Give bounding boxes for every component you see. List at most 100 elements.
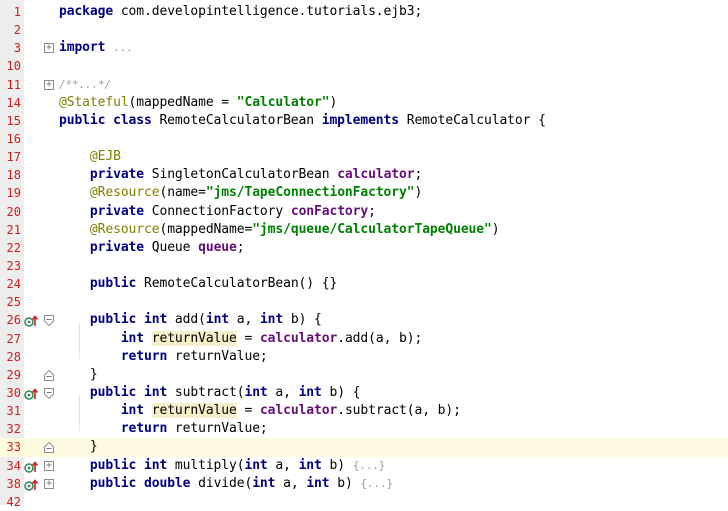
code-token: } xyxy=(59,439,98,455)
code-line[interactable]: 34 + public int multiply(int a, int b) {.… xyxy=(0,457,728,475)
code-text[interactable]: /**...*/ xyxy=(59,76,111,94)
line-number: 30 xyxy=(6,385,21,400)
code-text[interactable]: package com.developintelligence.tutorial… xyxy=(59,3,422,21)
code-token: calculator xyxy=(259,403,338,419)
code-line[interactable]: 3 + import ... xyxy=(0,39,728,57)
code-token: add( xyxy=(174,312,206,328)
code-line[interactable]: 25 xyxy=(0,293,728,311)
code-text[interactable]: int returnValue = calculator.add(a, b); xyxy=(59,330,422,348)
line-number: 27 xyxy=(6,331,21,346)
code-token: b) xyxy=(337,475,361,491)
expand-fold-icon[interactable]: + xyxy=(44,460,54,471)
code-text[interactable]: private SingletonCalculatorBean calculat… xyxy=(59,166,422,184)
collapse-fold-icon[interactable] xyxy=(44,315,54,327)
code-text[interactable]: public int add(int a, int b) { xyxy=(59,311,322,329)
code-line[interactable]: 31 int returnValue = calculator.subtract… xyxy=(0,402,728,420)
code-area[interactable]: 1 package com.developintelligence.tutoria… xyxy=(0,3,728,511)
code-token: conFactory xyxy=(290,203,369,219)
code-line[interactable]: 22 private Queue queue; xyxy=(0,239,728,257)
code-line[interactable]: 17 @EJB xyxy=(0,148,728,166)
code-line[interactable]: 29 } xyxy=(0,366,728,384)
code-text[interactable]: public double divide(int a, int b) {...} xyxy=(59,475,393,493)
code-line[interactable]: 11 + /**...*/ xyxy=(0,76,728,94)
code-token: SingletonCalculatorBean xyxy=(151,167,338,183)
code-token: import xyxy=(59,40,114,56)
code-editor[interactable]: 1 package com.developintelligence.tutoria… xyxy=(0,0,728,509)
code-text[interactable]: public int subtract(int a, int b) { xyxy=(59,384,361,402)
implements-method-icon[interactable] xyxy=(24,477,40,491)
code-token: RemoteCalculatorBean() {} xyxy=(144,276,338,292)
code-line[interactable]: 10 xyxy=(0,57,728,75)
code-line[interactable]: 28 return returnValue; xyxy=(0,348,728,366)
code-token: a, xyxy=(275,384,299,400)
code-line[interactable]: 27 int returnValue = calculator.add(a, b… xyxy=(0,330,728,348)
code-text[interactable]: } xyxy=(59,366,98,384)
code-text[interactable]: } xyxy=(59,438,98,456)
code-text[interactable]: public class RemoteCalculatorBean implem… xyxy=(59,112,546,130)
expand-fold-icon[interactable]: + xyxy=(44,478,54,489)
code-token: com.developintelligence.tutorials.ejb3; xyxy=(120,4,423,19)
code-text[interactable]: @Stateful(mappedName = "Calculator") xyxy=(59,94,337,112)
code-token: public double xyxy=(89,475,199,491)
code-line[interactable]: 32 return returnValue; xyxy=(0,420,728,438)
collapse-fold-icon[interactable] xyxy=(44,387,54,399)
code-token: @Resource xyxy=(89,221,160,237)
code-line[interactable]: 15 public class RemoteCalculatorBean impl… xyxy=(0,112,728,130)
code-line[interactable]: 2 xyxy=(0,21,728,39)
code-text[interactable]: public int multiply(int a, int b) {...} xyxy=(59,457,385,475)
implements-method-icon[interactable] xyxy=(24,386,40,400)
code-text[interactable]: private ConnectionFactory conFactory; xyxy=(59,203,376,221)
code-token: multiply( xyxy=(174,457,245,473)
fold-end-icon[interactable] xyxy=(44,369,54,381)
line-number: 17 xyxy=(6,150,21,165)
code-line[interactable]: 16 xyxy=(0,130,728,148)
line-number: 42 xyxy=(6,494,21,509)
line-number: 16 xyxy=(6,131,21,146)
code-token: returnValue; xyxy=(174,421,268,437)
code-text[interactable]: import ... xyxy=(59,39,133,57)
line-number: 29 xyxy=(6,367,21,382)
code-text[interactable]: return returnValue; xyxy=(59,348,268,366)
code-text[interactable]: int returnValue = calculator.subtract(a,… xyxy=(59,402,461,420)
line-number: 25 xyxy=(6,295,21,310)
implements-method-icon[interactable] xyxy=(24,313,40,328)
code-line[interactable]: 23 xyxy=(0,257,728,275)
line-number: 20 xyxy=(6,204,21,219)
code-line[interactable]: 14 @Stateful(mappedName = "Calculator") xyxy=(0,94,728,112)
code-token: .add(a, b); xyxy=(337,330,423,346)
code-text[interactable]: @Resource(mappedName="jms/queue/Calculat… xyxy=(59,221,500,239)
code-line[interactable]: 19 @Resource(name="jms/TapeConnectionFac… xyxy=(0,184,728,202)
code-line[interactable]: 21 @Resource(mappedName="jms/queue/Calcu… xyxy=(0,221,728,239)
code-line[interactable]: 38 + public double divide(int a, int b) {… xyxy=(0,475,728,493)
code-token: ConnectionFactory xyxy=(151,203,291,219)
code-token: return xyxy=(120,421,175,437)
implements-method-icon[interactable] xyxy=(24,459,40,473)
code-token: int xyxy=(205,312,237,328)
expand-fold-icon[interactable]: + xyxy=(44,79,54,90)
code-token: int xyxy=(120,403,152,419)
code-line[interactable]: 26 public int add(int a, int b) { xyxy=(0,311,728,329)
code-token: } xyxy=(59,366,98,382)
code-token: b) xyxy=(329,457,353,473)
code-token: divide( xyxy=(198,475,253,491)
code-text[interactable]: @Resource(name="jms/TapeConnectionFactor… xyxy=(59,184,422,202)
code-text[interactable]: @EJB xyxy=(59,148,121,166)
line-number: 24 xyxy=(6,277,21,292)
code-line[interactable]: 24 public RemoteCalculatorBean() {} xyxy=(0,275,728,293)
code-line[interactable]: 33 } xyxy=(0,438,728,457)
code-line[interactable]: 30 public int subtract(int a, int b) { xyxy=(0,384,728,402)
code-text[interactable]: return returnValue; xyxy=(59,420,268,438)
code-token: returnValue xyxy=(151,330,237,346)
code-line[interactable]: 20 private ConnectionFactory conFactory; xyxy=(0,203,728,221)
code-line[interactable]: 1 package com.developintelligence.tutoria… xyxy=(0,3,728,21)
code-line[interactable]: 18 private SingletonCalculatorBean calcu… xyxy=(0,166,728,184)
code-text[interactable]: public RemoteCalculatorBean() {} xyxy=(59,275,337,293)
code-line[interactable]: 42 xyxy=(0,493,728,511)
expand-fold-icon[interactable]: + xyxy=(44,43,54,54)
fold-end-icon[interactable] xyxy=(44,442,54,454)
code-text[interactable]: private Queue queue; xyxy=(59,239,245,257)
